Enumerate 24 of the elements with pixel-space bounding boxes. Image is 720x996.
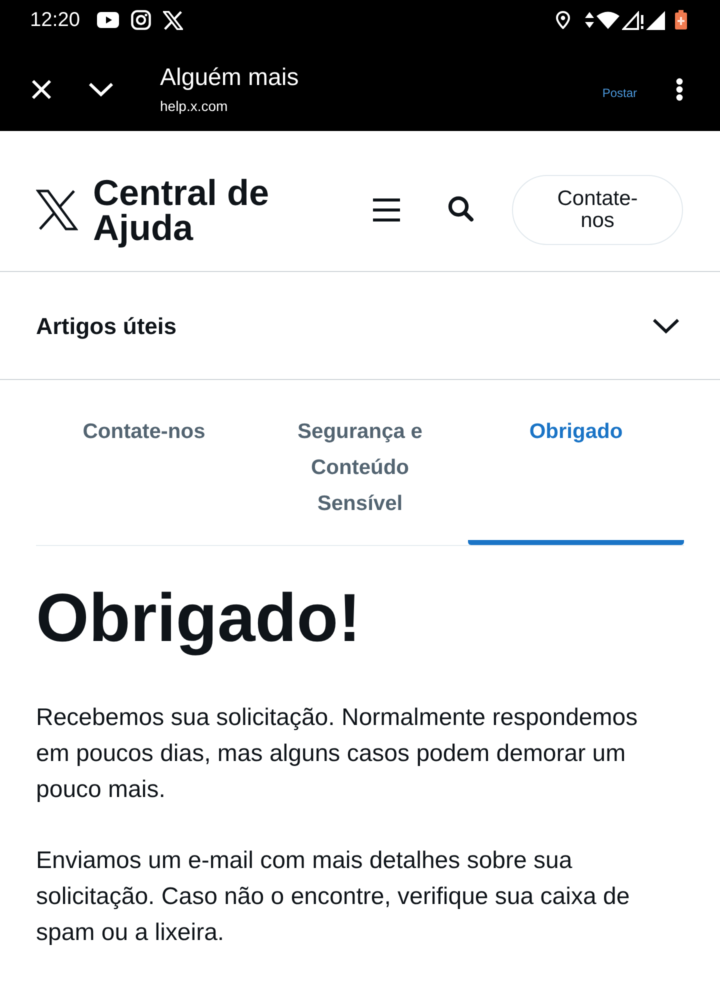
video-play-icon <box>97 12 120 28</box>
site-title[interactable]: Central de Ajuda <box>93 175 293 245</box>
location-pin-icon <box>556 11 570 29</box>
search-icon[interactable] <box>448 196 474 222</box>
paragraph: Recebemos sua solicitação. Normalmente respondemos em poucos dias, mas alguns casos podem demorar um pouco mais. <box>36 703 639 805</box>
close-icon[interactable] <box>31 78 52 100</box>
chevron-down-icon[interactable] <box>88 82 114 96</box>
contact-button[interactable]: Contate-nos <box>512 175 683 245</box>
post-link[interactable]: Postar <box>602 86 637 100</box>
signal-icon <box>646 10 665 30</box>
menu-icon[interactable] <box>373 198 400 222</box>
page-title: Alguém mais <box>160 64 299 92</box>
page-url: help.x.com <box>160 96 229 114</box>
x-logo-icon[interactable] <box>36 189 78 231</box>
page-heading: Obrigado! <box>36 580 362 656</box>
x-logo-icon <box>163 10 184 30</box>
wifi-icon <box>596 11 620 29</box>
more-options-icon[interactable] <box>676 78 683 100</box>
status-time: 12:20 <box>30 8 80 32</box>
signal-alert-icon <box>622 10 644 30</box>
battery-icon <box>674 10 688 30</box>
paragraph: Enviamos um e-mail com mais detalhes sobre sua solicitação. Caso não o encontre, verifique sua caixa de spam ou a lixeira. <box>36 846 631 948</box>
camera-icon <box>131 10 152 30</box>
data-arrows-icon <box>585 12 594 28</box>
